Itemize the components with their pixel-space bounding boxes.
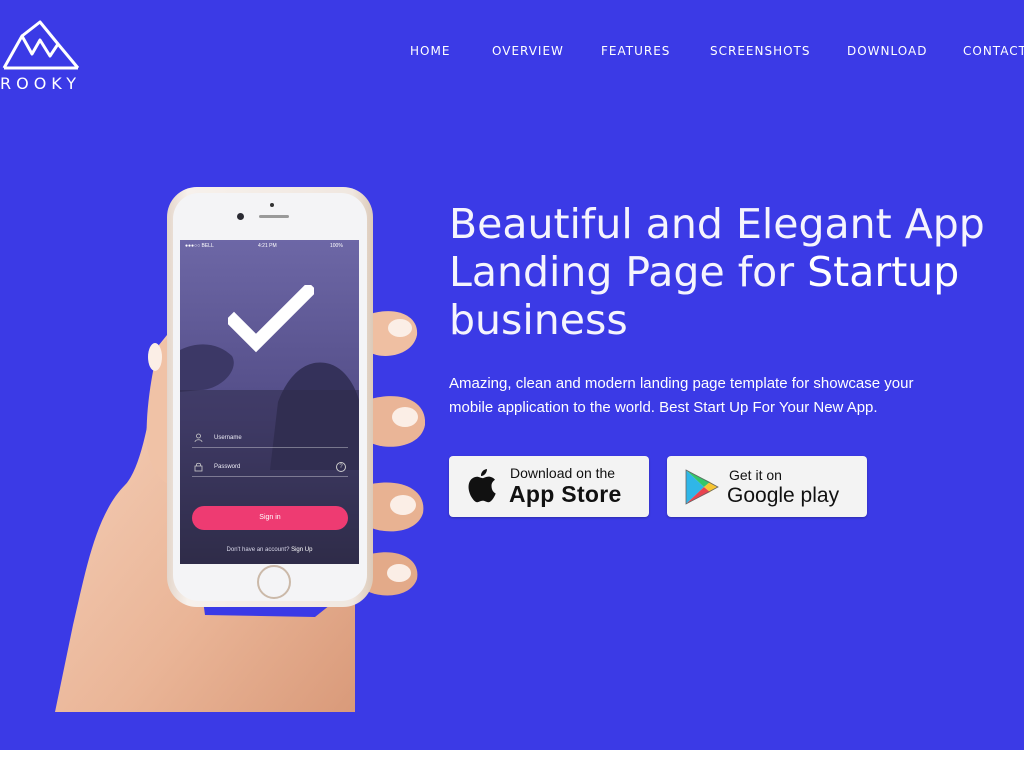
hero-section: ROOKY HOME OVERVIEW FEATURES SCREENSHOTS… (0, 0, 1024, 750)
app-store-big-text: App Store (509, 481, 622, 507)
username-field[interactable]: Username (192, 430, 348, 448)
password-field[interactable]: Password ? (192, 459, 348, 477)
apple-icon (468, 469, 496, 503)
iphone-device: ●●●○○ BELL 4:21 PM 100% Username Passwor… (167, 187, 373, 607)
next-section-edge (0, 750, 1024, 768)
google-play-icon (685, 469, 719, 505)
headline-strong: Startup (807, 248, 960, 296)
carrier-label: ●●●○○ BELL (185, 243, 214, 249)
app-store-small-text: Download on the (510, 465, 616, 481)
phone-screen: ●●●○○ BELL 4:21 PM 100% Username Passwor… (180, 240, 359, 564)
google-play-button[interactable]: Get it on Google play (667, 456, 867, 517)
password-placeholder: Password (214, 464, 241, 470)
help-icon[interactable]: ? (336, 462, 346, 472)
google-play-small-text: Get it on (729, 467, 782, 483)
phone-mockup: ●●●○○ BELL 4:21 PM 100% Username Passwor… (55, 185, 425, 712)
battery-label: 100% (330, 243, 343, 249)
main-nav: HOME OVERVIEW FEATURES SCREENSHOTS DOWNL… (0, 44, 1024, 60)
sign-up-link[interactable]: Sign Up (291, 547, 312, 553)
app-store-button[interactable]: Download on the App Store (449, 456, 649, 517)
nav-item-features[interactable]: FEATURES (601, 44, 670, 58)
sign-in-button[interactable]: Sign in (192, 506, 348, 530)
google-play-big-text: Google play (727, 484, 840, 507)
nav-item-home[interactable]: HOME (410, 44, 450, 58)
hero-headline: Beautiful and Elegant App Landing Page f… (449, 200, 1009, 344)
nav-item-screenshots[interactable]: SCREENSHOTS (710, 44, 811, 58)
camera-icon (237, 213, 244, 220)
nav-item-overview[interactable]: OVERVIEW (492, 44, 564, 58)
sensor (270, 203, 274, 207)
status-bar: ●●●○○ BELL 4:21 PM 100% (180, 240, 359, 252)
home-button[interactable] (257, 565, 291, 599)
time-label: 4:21 PM (258, 243, 277, 249)
username-placeholder: Username (214, 435, 242, 441)
user-icon (194, 433, 203, 442)
phone-face: ●●●○○ BELL 4:21 PM 100% Username Passwor… (173, 193, 367, 601)
hero-subtext: Amazing, clean and modern landing page t… (449, 375, 914, 416)
headline-part2: business (449, 296, 628, 344)
lock-icon (194, 462, 203, 472)
signup-prompt: Don't have an account? Sign Up (180, 547, 359, 553)
signup-prompt-text: Don't have an account? (226, 547, 290, 553)
nav-item-contact[interactable]: CONTACT (963, 44, 1024, 58)
brand-name: ROOKY (0, 74, 81, 93)
speaker (259, 215, 289, 218)
nav-item-download[interactable]: DOWNLOAD (847, 44, 927, 58)
checkmark-icon (228, 285, 314, 353)
